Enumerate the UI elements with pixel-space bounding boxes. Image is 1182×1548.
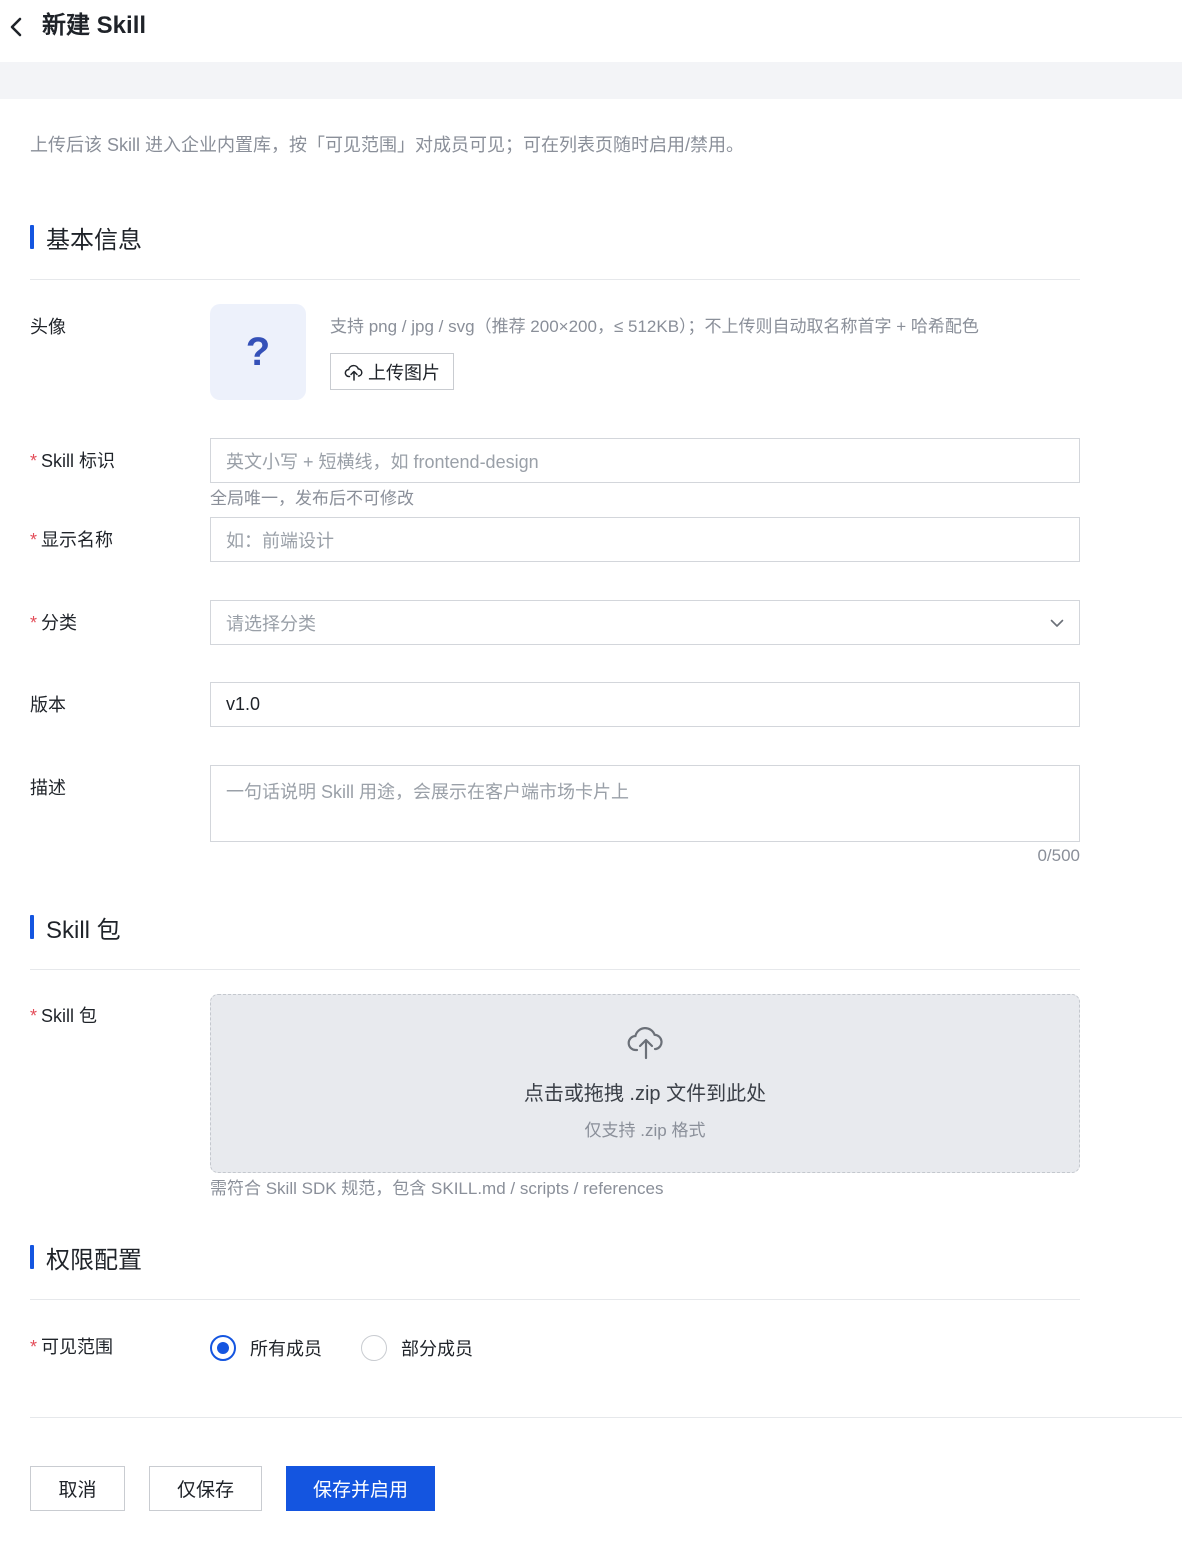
avatar-placeholder: ? bbox=[210, 304, 306, 400]
cloud-upload-icon bbox=[344, 364, 363, 381]
radio-checked-icon bbox=[210, 1335, 236, 1361]
package-helper: 需符合 Skill SDK 规范，包含 SKILL.md / scripts /… bbox=[210, 1179, 664, 1198]
radio-some-members[interactable]: 部分成员 bbox=[361, 1335, 473, 1361]
package-label: * Skill 包 bbox=[30, 1003, 97, 1029]
section-title-text: Skill 包 bbox=[46, 916, 121, 944]
section-accent-bar bbox=[30, 225, 34, 249]
save-and-enable-button[interactable]: 保存并启用 bbox=[286, 1466, 435, 1511]
skill-id-label: * Skill 标识 bbox=[30, 448, 115, 474]
display-name-placeholder: 如：前端设计 bbox=[226, 530, 334, 551]
section-basic-info: 基本信息 bbox=[30, 223, 142, 254]
dropzone-sub-text: 仅支持 .zip 格式 bbox=[584, 1121, 706, 1140]
page-title: 新建 Skill bbox=[42, 12, 147, 39]
page-header: 新建 Skill bbox=[0, 0, 1182, 62]
package-label-text: Skill 包 bbox=[41, 1006, 98, 1026]
section-package: Skill 包 bbox=[30, 913, 121, 944]
upload-image-label: 上传图片 bbox=[368, 362, 440, 383]
dropzone-main-text: 点击或拖拽 .zip 文件到此处 bbox=[523, 1083, 767, 1105]
description-textarea[interactable]: 一句话说明 Skill 用途，会展示在客户端市场卡片上 bbox=[210, 765, 1080, 842]
radio-all-members[interactable]: 所有成员 bbox=[210, 1335, 322, 1361]
skill-id-placeholder: 英文小写 + 短横线，如 frontend-design bbox=[226, 451, 539, 472]
section-divider bbox=[30, 969, 1080, 970]
skill-id-helper: 全局唯一，发布后不可修改 bbox=[210, 489, 414, 508]
required-mark: * bbox=[30, 530, 38, 550]
section-divider bbox=[30, 279, 1080, 280]
skill-id-label-text: Skill 标识 bbox=[41, 451, 116, 471]
required-mark: * bbox=[30, 1337, 38, 1357]
category-select[interactable]: 请选择分类 bbox=[210, 600, 1080, 645]
radio-some-members-label: 部分成员 bbox=[401, 1339, 473, 1359]
skill-id-input[interactable]: 英文小写 + 短横线，如 frontend-design bbox=[210, 438, 1080, 483]
category-label: * 分类 bbox=[30, 610, 77, 636]
section-accent-bar bbox=[30, 1245, 34, 1269]
radio-all-members-label: 所有成员 bbox=[250, 1339, 322, 1359]
cloud-upload-icon bbox=[627, 1027, 663, 1060]
description-counter: 0/500 bbox=[1037, 846, 1080, 865]
required-mark: * bbox=[30, 1006, 38, 1026]
back-arrow-icon[interactable] bbox=[6, 14, 26, 40]
zip-dropzone[interactable]: 点击或拖拽 .zip 文件到此处 仅支持 .zip 格式 bbox=[210, 994, 1080, 1173]
display-name-label: * 显示名称 bbox=[30, 527, 113, 553]
section-accent-bar bbox=[30, 915, 34, 939]
category-label-text: 分类 bbox=[41, 613, 78, 633]
section-divider bbox=[30, 1299, 1080, 1300]
description-placeholder: 一句话说明 Skill 用途，会展示在客户端市场卡片上 bbox=[226, 782, 630, 802]
display-name-label-text: 显示名称 bbox=[41, 530, 114, 550]
chevron-down-icon bbox=[1050, 619, 1064, 627]
category-placeholder: 请选择分类 bbox=[226, 613, 316, 634]
header-band bbox=[0, 62, 1182, 99]
question-mark-icon: ? bbox=[245, 329, 271, 374]
footer-divider bbox=[30, 1417, 1182, 1418]
version-value: v1.0 bbox=[226, 694, 261, 714]
required-mark: * bbox=[30, 613, 38, 633]
section-title-text: 权限配置 bbox=[46, 1246, 142, 1274]
avatar-label: 头像 bbox=[30, 317, 66, 337]
notice-text: 上传后该 Skill 进入企业内置库，按「可见范围」对成员可见；可在列表页随时启… bbox=[30, 135, 745, 155]
visibility-label-text: 可见范围 bbox=[41, 1337, 114, 1357]
avatar-hint: 支持 png / jpg / svg（推荐 200×200，≤ 512KB）；不… bbox=[330, 317, 979, 336]
required-mark: * bbox=[30, 451, 38, 471]
upload-image-button[interactable]: 上传图片 bbox=[330, 353, 454, 390]
version-label: 版本 bbox=[30, 695, 66, 715]
save-only-button[interactable]: 仅保存 bbox=[149, 1466, 262, 1511]
description-label: 描述 bbox=[30, 778, 66, 798]
version-input[interactable]: v1.0 bbox=[210, 682, 1080, 727]
display-name-input[interactable]: 如：前端设计 bbox=[210, 517, 1080, 562]
section-permission: 权限配置 bbox=[30, 1243, 142, 1274]
cancel-button[interactable]: 取消 bbox=[30, 1466, 125, 1511]
section-title-text: 基本信息 bbox=[46, 226, 142, 254]
visibility-label: * 可见范围 bbox=[30, 1334, 113, 1360]
radio-unchecked-icon bbox=[361, 1335, 387, 1361]
